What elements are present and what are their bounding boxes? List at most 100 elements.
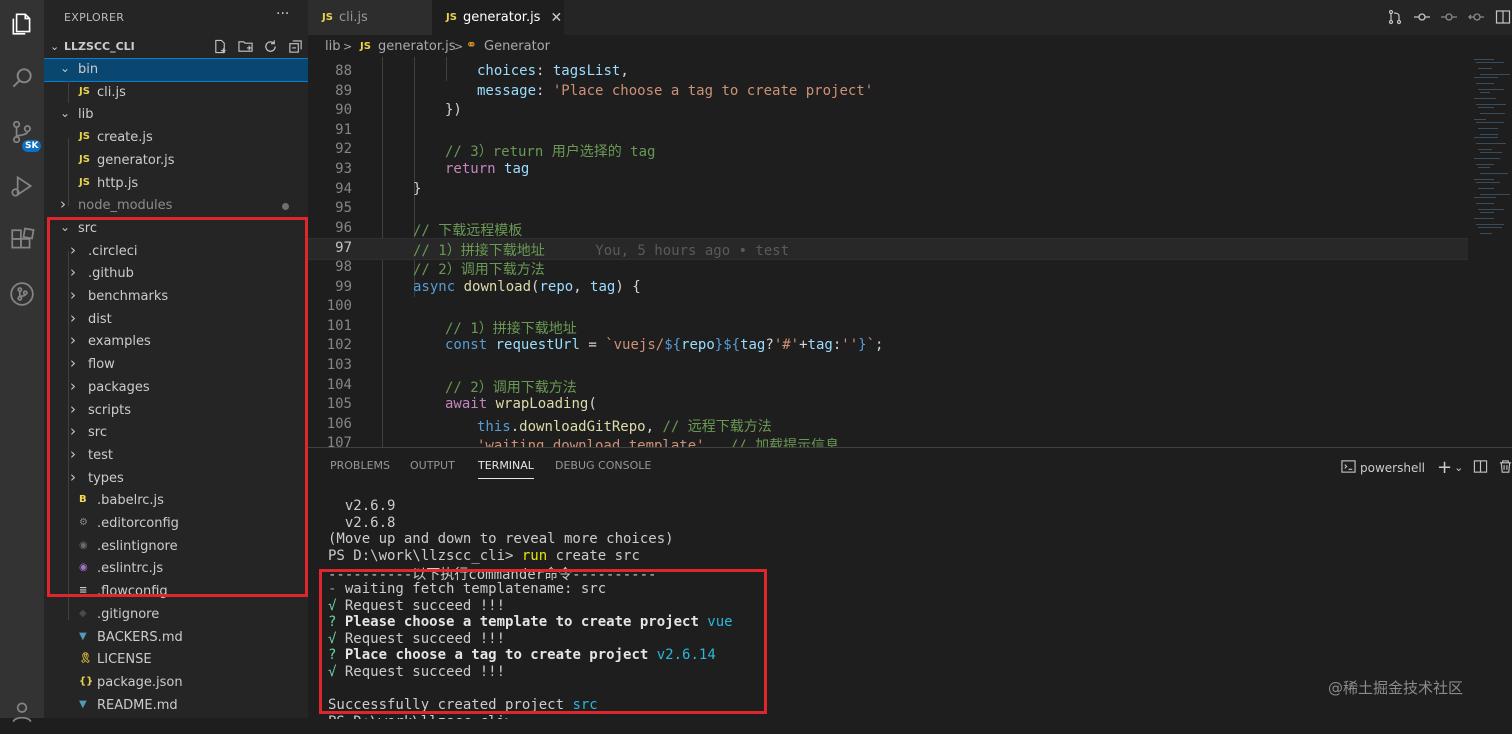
tree-item-bin[interactable]: ⌄ bin [44,58,308,82]
workspace-name: LLZSCC_CLI [64,40,135,53]
extensions-icon[interactable] [0,218,44,262]
shell-name[interactable]: powershell [1360,461,1425,475]
tab-cli-js[interactable]: JS cli.js [308,0,432,35]
line-number: 101 [326,317,352,334]
line-number: 104 [326,376,352,393]
next-change-icon[interactable] [1467,8,1485,26]
minimap-line [1480,152,1502,153]
tree-item-generator-js[interactable]: JS generator.js [44,150,308,172]
code-line: 97// 1）拼接下载地址 You, 5 hours ago • test [308,238,1468,260]
explorer-files-icon[interactable] [0,2,44,46]
minimap-line [1476,164,1494,165]
license-icon: 🎗 [79,653,92,665]
workspace-header[interactable]: ⌄ LLZSCC_CLI [44,38,308,58]
new-file-icon[interactable] [212,38,229,55]
tab-terminal[interactable]: TERMINAL [478,459,534,479]
tree-item-http-js[interactable]: JS http.js [44,173,308,195]
minimap-line [1476,83,1494,84]
tab-output[interactable]: OUTPUT [410,459,455,472]
minimap-line [1480,212,1494,213]
tab-generator-js[interactable]: JS generator.js ✕ [432,0,564,35]
line-number: 90 [335,102,352,119]
code-text: choices: tagsList, [477,63,629,79]
code-line: 102 const requestUrl = `vuejs/${repo}${ta… [308,336,1468,356]
tree-item-create-js[interactable]: JS create.js [44,127,308,149]
code-text: return tag [445,161,530,177]
close-tab-icon[interactable]: ✕ [550,10,562,26]
open-changes-icon[interactable] [1386,8,1404,26]
minimap-line [1480,173,1508,174]
line-number: 97 [335,240,352,257]
tree-item-license[interactable]: 🎗 LICENSE [44,649,308,671]
new-folder-icon[interactable] [237,38,254,55]
source-control-icon[interactable]: SK [0,110,44,154]
minimap-line [1478,167,1490,168]
tab-label: cli.js [338,10,368,25]
indent-guide [68,81,69,103]
minimap-line [1478,107,1494,108]
minimap-line [1474,137,1498,138]
previous-change-icon[interactable] [1440,8,1458,26]
minimap-line [1476,224,1504,225]
code-editor[interactable]: 88 choices: tagsList, 89 message: 'Place ch… [308,57,1468,447]
code-line: 89 message: 'Place choose a tag to create… [308,82,1468,102]
tab-debug-console[interactable]: DEBUG CONSOLE [555,459,651,472]
tree-item-readme-md[interactable]: ▼ README.md [44,695,308,717]
breadcrumb-separator: > [454,40,464,53]
git-icon: ◆ [79,607,87,619]
js-file-icon: JS [79,176,90,188]
tree-item-label: generator.js [97,152,175,168]
search-icon[interactable] [0,56,44,100]
tree-item-node-modules[interactable]: › node_modules [44,195,308,217]
chevron-down-icon[interactable]: ⌄ [1454,461,1463,474]
account-icon[interactable] [0,690,44,734]
tree-item-backers-md[interactable]: ▼ BACKERS.md [44,627,308,649]
breadcrumb-file[interactable]: generator.js [378,39,456,54]
code-line: 103 [308,356,1468,376]
tree-item-label: cli.js [97,84,126,100]
account-badge: SK [22,140,42,152]
more-actions-icon[interactable]: ··· [276,6,289,22]
code-line: 95 [308,199,1468,219]
minimap-line [1478,149,1492,150]
tree-item-label: create.js [97,130,153,146]
indent-guide [68,138,69,206]
line-number: 92 [335,141,352,158]
minimap[interactable] [1468,35,1512,447]
code-line: 104 // 2）调用下载方法 [308,376,1468,396]
breadcrumb-folder[interactable]: lib [325,39,340,54]
code-line: 90}) [308,101,1468,121]
refresh-icon[interactable] [262,38,279,55]
line-number: 89 [335,82,352,99]
tree-item-label: bin [78,62,99,77]
breadcrumb-symbol[interactable]: Generator [484,39,550,54]
code-line: 91 [308,121,1468,141]
minimap-line [1478,89,1504,90]
class-symbol-icon: ⚭ [466,38,477,53]
split-editor-icon[interactable] [1494,8,1512,26]
editor-actions: ··· [1386,8,1512,26]
terminal-icon [1341,459,1356,477]
split-terminal-icon[interactable] [1473,459,1488,477]
tab-problems[interactable]: PROBLEMS [330,459,390,472]
git-graph-icon[interactable] [0,272,44,316]
trash-icon[interactable] [1498,459,1512,477]
run-debug-icon[interactable] [0,164,44,208]
code-line: 98 // 2）调用下载方法 [308,258,1468,278]
tree-item-package-json[interactable]: {} package.json [44,672,308,694]
code-text: // 下载远程模板 [413,222,523,239]
line-number: 106 [326,415,352,432]
git-commit-icon[interactable] [1413,8,1431,26]
tree-item-lib[interactable]: ⌄ lib [44,104,308,126]
line-number: 96 [335,219,352,236]
terminal-actions: powershell + ⌄ [1341,457,1512,478]
editor-tab-bar: JS cli.js JS generator.js ✕ ··· [308,0,1512,35]
code-line: 101 // 1）拼接下载地址 [308,317,1468,337]
tree-item-cli-js[interactable]: JS cli.js [44,82,308,104]
minimap-line [1476,62,1504,63]
tree-item-gitignore[interactable]: ◆ .gitignore [44,604,308,626]
add-terminal-icon[interactable]: + [1437,457,1452,478]
minimap-line [1474,179,1494,180]
collapse-all-icon[interactable] [287,38,304,55]
markdown-icon: ▼ [79,698,87,710]
